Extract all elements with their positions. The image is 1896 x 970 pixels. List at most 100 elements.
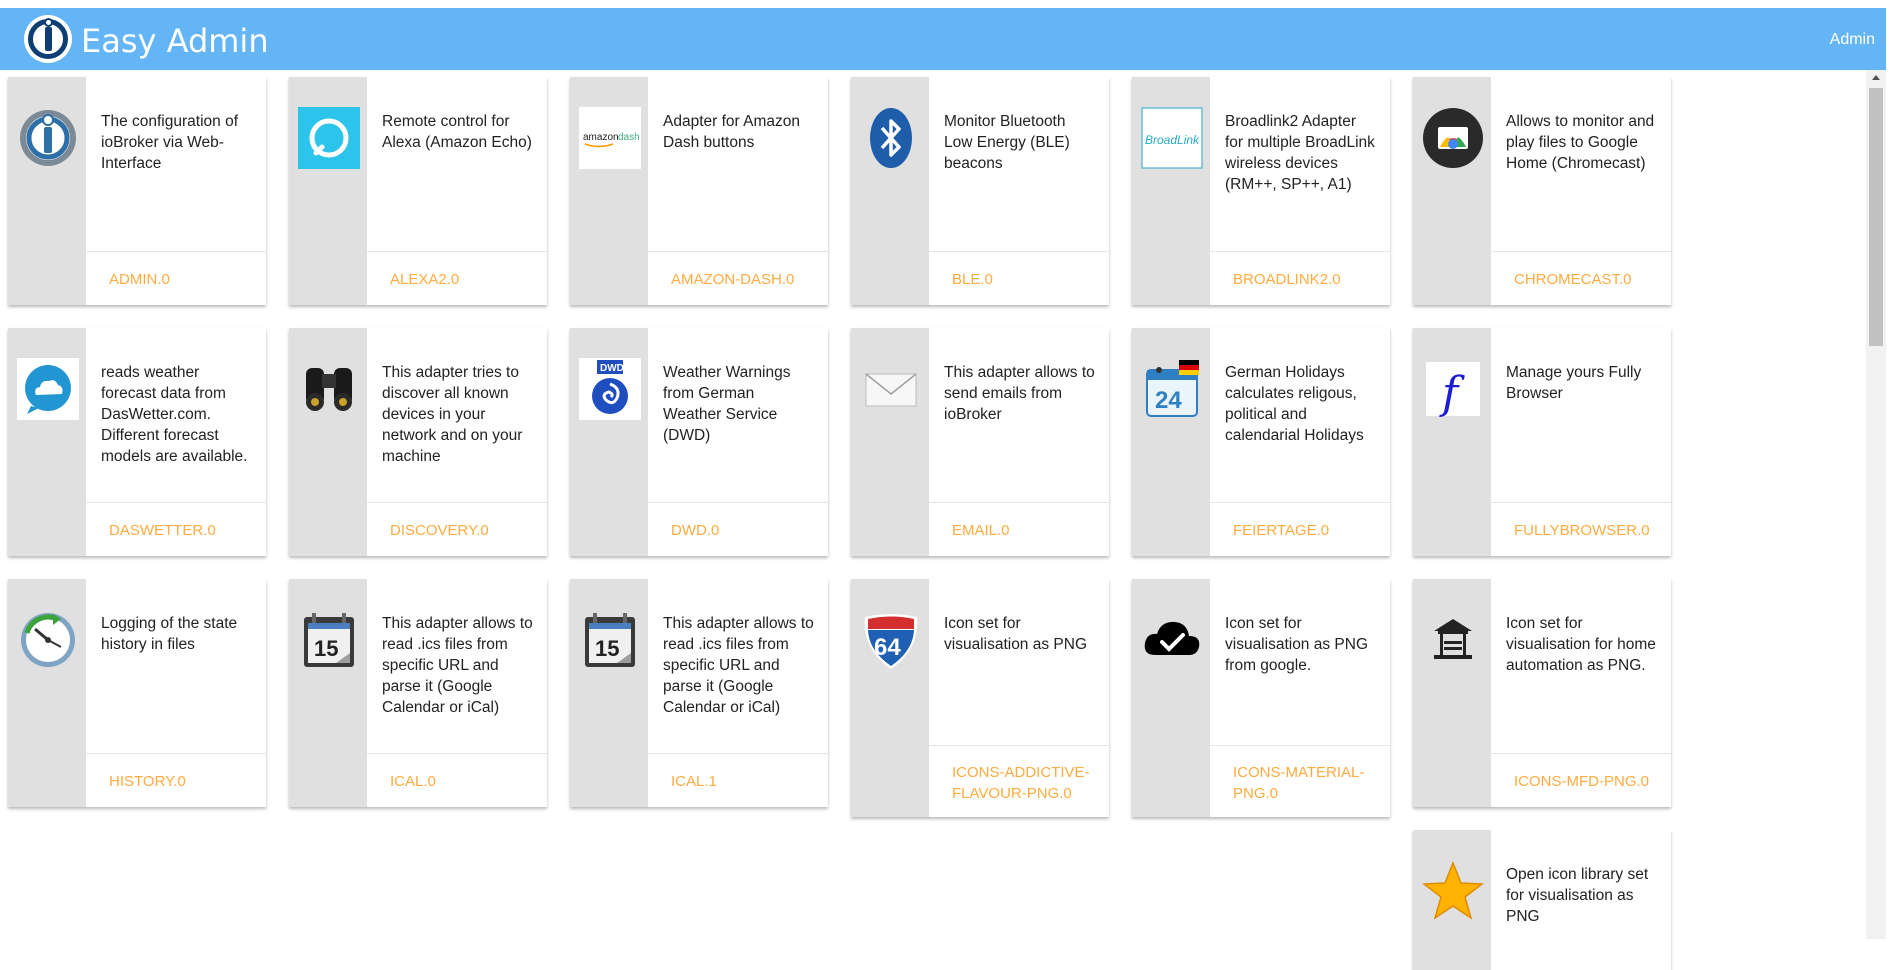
card-divider bbox=[367, 502, 547, 503]
adapter-card[interactable]: This adapter allows to send emails from … bbox=[851, 328, 1109, 556]
adapter-instance-link[interactable]: DWD.0 bbox=[671, 520, 821, 541]
adapter-instance-link[interactable]: ICONS-ADDICTIVE-FLAVOUR-PNG.0 bbox=[952, 762, 1102, 804]
adapter-instance-link[interactable]: CHROMECAST.0 bbox=[1514, 269, 1664, 290]
scroll-up-arrow-icon[interactable] bbox=[1872, 75, 1880, 80]
amazon-dash-icon: amazon dash bbox=[579, 107, 641, 169]
gazebo-icon bbox=[1422, 609, 1484, 671]
adapter-card[interactable]: 64 Icon set for visualisation as PNG ICONS… bbox=[851, 579, 1109, 817]
adapter-description: The configuration of ioBroker via Web-In… bbox=[101, 113, 239, 172]
scrollbar-thumb[interactable] bbox=[1869, 88, 1883, 346]
adapter-description: Icon set for visualisation for home auto… bbox=[1506, 615, 1656, 674]
adapter-card[interactable]: Open icon library set for visualisation … bbox=[1413, 830, 1671, 970]
user-menu[interactable]: Admin bbox=[1830, 30, 1875, 50]
adapter-instance-link[interactable]: HISTORY.0 bbox=[109, 771, 259, 792]
adapter-description: Allows to monitor and play files to Goog… bbox=[1506, 113, 1655, 172]
adapter-card[interactable]: amazon dash Adapter for Amazon Dash button… bbox=[570, 77, 828, 305]
card-divider bbox=[648, 502, 828, 503]
card-divider bbox=[648, 753, 828, 754]
adapter-card[interactable]: Icon set for visualisation for home auto… bbox=[1413, 579, 1671, 807]
adapter-instance-link[interactable]: DASWETTER.0 bbox=[109, 520, 259, 541]
adapter-description: Open icon library set for visualisation … bbox=[1506, 866, 1649, 925]
adapter-card[interactable]: 15 This adapter allows to read .ics files… bbox=[289, 579, 547, 807]
adapter-description: Adapter for Amazon Dash buttons bbox=[663, 113, 800, 151]
adapter-instance-link[interactable]: BROADLINK2.0 bbox=[1233, 269, 1383, 290]
history-clock-icon bbox=[17, 609, 79, 671]
adapter-description: reads weather forecast data from DasWett… bbox=[101, 364, 248, 465]
app-title: Easy Admin bbox=[81, 22, 269, 60]
card-divider bbox=[86, 251, 266, 252]
card-divider bbox=[1210, 502, 1390, 503]
adapter-description: German Holidays calculates religous, pol… bbox=[1225, 364, 1364, 444]
bluetooth-icon bbox=[860, 107, 922, 169]
alexa-icon bbox=[298, 107, 360, 169]
binoculars-icon bbox=[298, 358, 360, 420]
card-divider bbox=[1491, 502, 1671, 503]
adapter-description: Monitor Bluetooth Low Energy (BLE) beaco… bbox=[944, 113, 1070, 172]
adapter-instance-link[interactable]: AMAZON-DASH.0 bbox=[671, 269, 821, 290]
adapter-instance-link[interactable]: ICAL.0 bbox=[390, 771, 540, 792]
card-divider bbox=[929, 251, 1109, 252]
iobroker-logo-icon bbox=[17, 107, 79, 169]
adapter-instance-link[interactable]: EMAIL.0 bbox=[952, 520, 1102, 541]
card-divider bbox=[86, 502, 266, 503]
svg-text:15: 15 bbox=[595, 636, 619, 661]
top-app-bar: Easy Admin Admin bbox=[0, 8, 1886, 70]
adapter-card[interactable]: Icon set for visualisation as PNG from g… bbox=[1132, 579, 1390, 817]
adapter-description: This adapter allows to read .ics files f… bbox=[663, 615, 814, 716]
adapter-instance-link[interactable]: DISCOVERY.0 bbox=[390, 520, 540, 541]
card-divider bbox=[929, 502, 1109, 503]
svg-text:15: 15 bbox=[314, 636, 338, 661]
card-divider bbox=[1491, 251, 1671, 252]
adapter-instance-link[interactable]: FULLYBROWSER.0 bbox=[1514, 520, 1664, 541]
adapter-card[interactable]: f Manage yours Fully Browser FULLYBROWSER.… bbox=[1413, 328, 1671, 556]
adapter-description: This adapter allows to read .ics files f… bbox=[382, 615, 533, 716]
ical-calendar-icon: 15 bbox=[298, 609, 360, 671]
adapter-card[interactable]: Allows to monitor and play files to Goog… bbox=[1413, 77, 1671, 305]
adapter-card[interactable]: The configuration of ioBroker via Web-In… bbox=[8, 77, 266, 305]
card-divider bbox=[1491, 753, 1671, 754]
adapter-card[interactable]: reads weather forecast data from DasWett… bbox=[8, 328, 266, 556]
adapter-description: Broadlink2 Adapter for multiple BroadLin… bbox=[1225, 113, 1375, 193]
calendar-24-icon: 24 bbox=[1141, 358, 1203, 420]
adapter-description: This adapter allows to send emails from … bbox=[944, 364, 1095, 423]
weather-cloud-icon bbox=[17, 358, 79, 420]
fully-browser-icon: f bbox=[1422, 358, 1484, 420]
card-divider bbox=[1210, 251, 1390, 252]
svg-text:amazon: amazon bbox=[583, 132, 619, 143]
adapter-instance-link[interactable]: ALEXA2.0 bbox=[390, 269, 540, 290]
svg-text:BroadLink: BroadLink bbox=[1145, 133, 1200, 147]
card-divider bbox=[367, 251, 547, 252]
adapter-card[interactable]: This adapter tries to discover all known… bbox=[289, 328, 547, 556]
adapter-instance-link[interactable]: BLE.0 bbox=[952, 269, 1102, 290]
adapter-description: Weather Warnings from German Weather Ser… bbox=[663, 364, 791, 444]
adapter-instance-link[interactable]: FEIERTAGE.0 bbox=[1233, 520, 1383, 541]
adapter-description: Icon set for visualisation as PNG bbox=[944, 615, 1088, 653]
cloud-check-icon bbox=[1141, 609, 1203, 671]
svg-text:64: 64 bbox=[874, 634, 901, 661]
adapter-instance-link[interactable]: ICAL.1 bbox=[671, 771, 821, 792]
adapter-instance-link[interactable]: ADMIN.0 bbox=[109, 269, 259, 290]
svg-text:dash: dash bbox=[618, 132, 640, 143]
iobroker-logo-icon[interactable] bbox=[24, 15, 72, 63]
adapter-card[interactable]: BroadLink Broadlink2 Adapter for multiple… bbox=[1132, 77, 1390, 305]
ical-calendar-icon: 15 bbox=[579, 609, 641, 671]
window-edge bbox=[1886, 0, 1896, 939]
adapter-description: Logging of the state history in files bbox=[101, 615, 238, 653]
adapter-card[interactable]: 24 German Holidays calculates religous, p… bbox=[1132, 328, 1390, 556]
adapter-card[interactable]: Monitor Bluetooth Low Energy (BLE) beaco… bbox=[851, 77, 1109, 305]
adapter-description: This adapter tries to discover all known… bbox=[382, 364, 523, 465]
adapter-instance-link[interactable]: ICONS-MFD-PNG.0 bbox=[1514, 771, 1664, 792]
adapter-card[interactable]: Logging of the state history in files HIS… bbox=[8, 579, 266, 807]
adapter-card[interactable]: Remote control for Alexa (Amazon Echo) AL… bbox=[289, 77, 547, 305]
card-divider bbox=[648, 251, 828, 252]
adapter-instance-link[interactable]: ICONS-MATERIAL-PNG.0 bbox=[1233, 762, 1383, 804]
envelope-icon bbox=[860, 358, 922, 420]
interstate-shield-icon: 64 bbox=[860, 609, 922, 671]
star-icon bbox=[1422, 860, 1484, 922]
dwd-icon: DWD bbox=[579, 358, 641, 420]
card-divider bbox=[1210, 745, 1390, 746]
adapter-card[interactable]: 15 This adapter allows to read .ics files… bbox=[570, 579, 828, 807]
chromecast-icon bbox=[1422, 107, 1484, 169]
card-divider bbox=[367, 753, 547, 754]
adapter-card[interactable]: DWD Weather Warnings from German Weather … bbox=[570, 328, 828, 556]
